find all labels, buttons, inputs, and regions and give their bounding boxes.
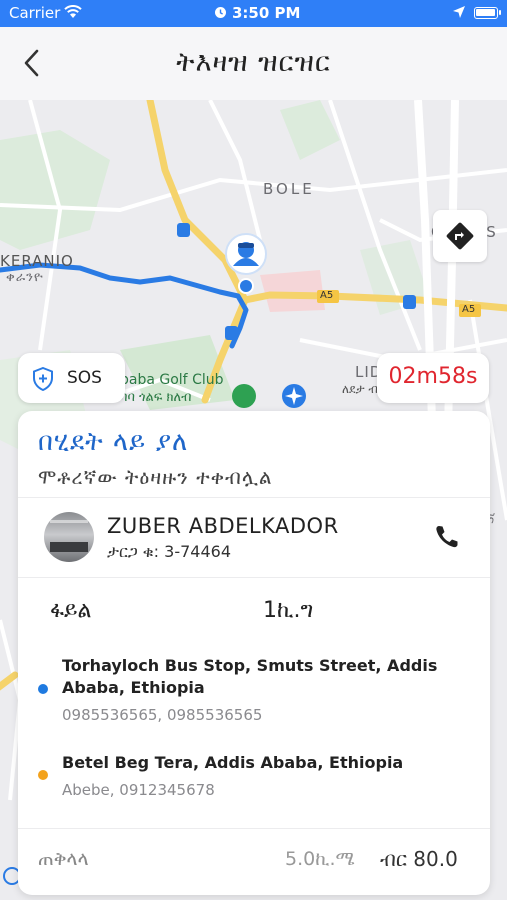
map-label-bole: BOLE	[263, 180, 315, 198]
trip-fare: ብር 80.0	[380, 847, 458, 871]
wifi-icon	[64, 5, 82, 18]
trip-distance: 5.0ኪ.ሜ	[285, 848, 355, 870]
package-weight: 1ኪ.ግ	[263, 598, 314, 623]
eta-timer: 02m58s	[377, 353, 489, 403]
battery-nub	[499, 10, 501, 15]
nav-header: ትእዛዝ ዝርዝር	[0, 27, 507, 100]
driver-avatar	[44, 512, 94, 562]
divider	[18, 828, 490, 829]
timer-value: 02m58s	[388, 364, 478, 389]
map-label-golf-am: ባባ ጎልፍ ክለብ	[120, 390, 192, 405]
driver-name: ZUBER ABDELKADOR	[107, 514, 339, 538]
carrier-label: Carrier	[9, 4, 61, 22]
pickup-address: Torhayloch Bus Stop, Smuts Street, Addis…	[62, 656, 438, 697]
shield-plus-icon	[33, 367, 53, 391]
sos-label: SOS	[67, 368, 102, 388]
page-title: ትእዛዝ ዝርዝር	[176, 47, 331, 78]
map-label-keranio-am: ቀራንዮ	[6, 270, 44, 285]
directions-button[interactable]	[433, 210, 487, 262]
pickup-contact: 0985536565, 0985536565	[62, 706, 263, 724]
dropoff-address: Betel Beg Tera, Addis Ababa, Ethiopia	[62, 753, 404, 772]
order-status-title: በሂደት ላይ ያለ	[38, 427, 189, 457]
road-shield-a5: A5	[462, 304, 476, 315]
directions-icon	[446, 222, 474, 250]
road-shield-a5: A5	[320, 290, 334, 301]
clock-time: 3:50 PM	[232, 4, 301, 22]
dropoff-contact: Abebe, 0912345678	[62, 781, 215, 799]
dropoff-dot	[38, 770, 48, 780]
phone-icon[interactable]	[432, 522, 462, 552]
map-label-golf: baba Golf Club	[120, 372, 224, 388]
divider	[18, 577, 490, 578]
pickup-dot	[38, 684, 48, 694]
divider	[18, 497, 490, 498]
driver-plate: ታርጋ ቁ: 3-74464	[107, 542, 231, 561]
total-label: ጠቅላላ	[38, 848, 89, 870]
sos-button[interactable]: SOS	[18, 353, 125, 403]
order-status-subtitle: ሞቶረኛው ትዕዛዙን ተቀብሏል	[38, 465, 273, 489]
location-arrow-icon	[453, 6, 465, 18]
status-bar: Carrier 3:50 PM	[0, 0, 507, 27]
alarm-icon	[215, 7, 226, 18]
map-label-keranio: KERANIO	[0, 252, 74, 270]
battery-icon	[474, 7, 498, 19]
order-details-card: በሂደት ላይ ያለ ሞቶረኛው ትዕዛዙን ተቀብሏል ZUBER ABDEL…	[18, 411, 490, 895]
vehicle-type: ፋይል	[50, 598, 92, 623]
